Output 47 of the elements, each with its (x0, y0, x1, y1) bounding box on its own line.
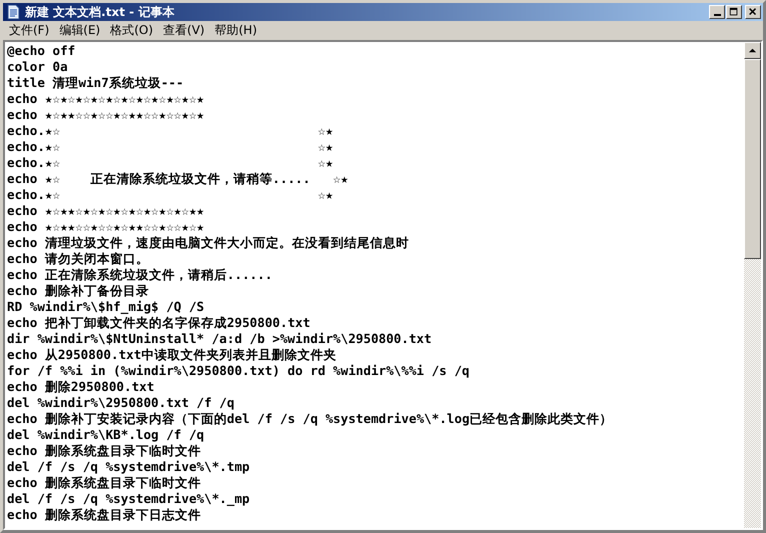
maximize-icon (729, 7, 739, 17)
notepad-icon (5, 4, 21, 20)
text-line: echo 删除2950800.txt (7, 379, 156, 395)
menu-item[interactable]: 帮助(H) (214, 22, 257, 39)
text-line: echo.★☆ ☆★ (7, 187, 334, 203)
text-line: echo ★☆★★☆☆★☆☆★☆★★☆☆★☆☆★☆★ (7, 219, 206, 235)
text-line: dir %windir%\$NtUninstall* /a:d /b >%windir%\2950800.txt (7, 331, 433, 347)
close-button[interactable] (745, 5, 761, 19)
menu-item[interactable]: 编辑(E) (59, 22, 100, 39)
minimize-icon (714, 14, 720, 16)
text-line: echo 从2950800.txt中读取文件夹列表并且删除文件夹 (7, 347, 338, 363)
text-line: echo 删除补丁安装记录内容（下面的del /f /s /q %systemdrive%\*.log已经包含删除此类文件） (7, 411, 614, 427)
text-line: for /f %%i in (%windir%\2950800.txt) do rd %windir%\%%i /s /q (7, 363, 471, 379)
text-line: echo 删除系统盘目录下日志文件 (7, 507, 202, 523)
text-line: del /f /s /q %systemdrive%\*.tmp (7, 459, 251, 475)
text-line: echo 请勿关闭本窗口。 (7, 251, 150, 267)
text-line: @echo off (7, 43, 76, 59)
text-line: echo 正在清除系统垃圾文件，请稍后...... (7, 267, 274, 283)
minimize-button[interactable] (709, 5, 725, 19)
text-line: echo 删除系统盘目录下临时文件 (7, 475, 202, 491)
menu-item[interactable]: 格式(O) (110, 22, 154, 39)
text-line: echo 把补丁卸载文件夹的名字保存成2950800.txt (7, 315, 312, 331)
maximize-button[interactable] (726, 5, 742, 19)
text-line: del /f /s /q %systemdrive%\*._mp (7, 491, 251, 507)
text-line: echo 删除补丁备份目录 (7, 283, 150, 299)
scroll-up-button[interactable] (744, 42, 761, 59)
text-line: echo ★☆★☆★☆★☆★☆★☆★☆★☆★☆★☆★ (7, 91, 206, 107)
text-line: color 0a (7, 59, 69, 75)
text-line: echo 清理垃圾文件，速度由电脑文件大小而定。在没看到结尾信息时 (7, 235, 410, 251)
text-line: echo ★☆ 正在清除系统垃圾文件，请稍等..... ☆★ (7, 171, 350, 187)
window-title: 新建 文本文档.txt - 记事本 (25, 4, 174, 20)
text-line: echo ★☆★★☆★☆★☆★☆★☆★☆★☆★☆★★ (7, 203, 206, 219)
text-line: title 清理win7系统垃圾--- (7, 75, 185, 91)
menu-item[interactable]: 查看(V) (163, 22, 205, 39)
up-arrow-icon (748, 46, 757, 55)
text-line: echo.★☆ ☆★ (7, 155, 334, 171)
text-line: echo 删除系统盘目录下临时文件 (7, 443, 202, 459)
menu-item[interactable]: 文件(F) (9, 22, 50, 39)
scrollbar[interactable] (744, 42, 761, 528)
close-icon (748, 7, 758, 17)
scroll-thumb[interactable] (744, 59, 761, 259)
text-line: del %windir%\KB*.log /f /q (7, 427, 206, 443)
text-line: del %windir%\2950800.txt /f /q (7, 395, 236, 411)
text-line: echo.★☆ ☆★ (7, 123, 334, 139)
text-line: echo.★☆ ☆★ (7, 139, 334, 155)
text-line: RD %windir%\$hf_mig$ /Q /S (7, 299, 206, 315)
text-line: echo ★☆★★☆☆★☆☆★☆★★☆☆★☆☆★☆★ (7, 107, 206, 123)
